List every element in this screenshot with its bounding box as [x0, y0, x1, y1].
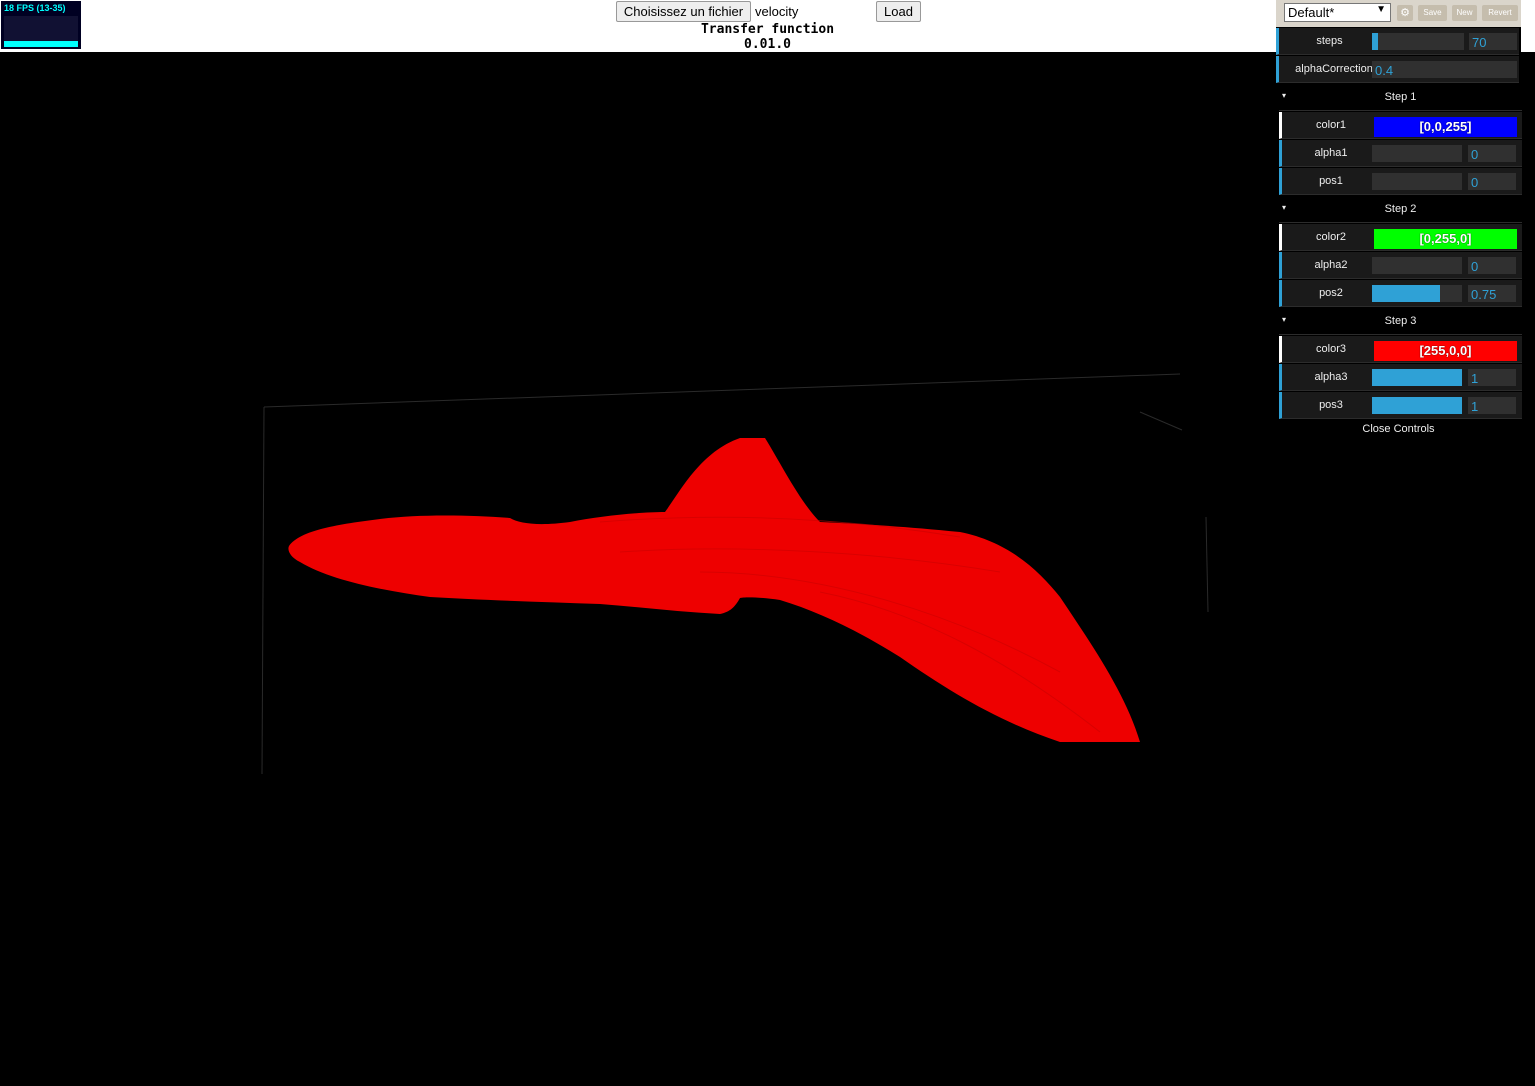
alpha3-slider-fill — [1372, 369, 1462, 386]
controls-panel: Default* ▼ ⚙ Save New Revert steps 70 al… — [1276, 0, 1522, 440]
color2-control: color2 [0,255,0] — [1279, 224, 1522, 251]
folder-step-2-title: Step 2 — [1384, 203, 1417, 215]
pos2-slider[interactable] — [1372, 285, 1462, 302]
alpha-correction-input[interactable]: 0.4 — [1372, 61, 1517, 78]
color3-picker[interactable]: [255,0,0] — [1374, 341, 1517, 361]
alpha1-control: alpha1 0 — [1279, 140, 1522, 167]
pos3-input[interactable]: 1 — [1468, 397, 1516, 414]
folder-step-3[interactable]: ▾ Step 3 — [1279, 308, 1522, 335]
fps-graph-fill — [4, 41, 78, 47]
alpha1-label: alpha1 — [1314, 147, 1348, 159]
load-button[interactable]: Load — [876, 1, 921, 22]
fps-readout: 18 FPS (13-35) — [4, 3, 66, 13]
folder-step-3-title: Step 3 — [1384, 315, 1417, 327]
color1-picker[interactable]: [0,0,255] — [1374, 117, 1517, 137]
alpha3-control: alpha3 1 — [1279, 364, 1522, 391]
alpha-correction-control: alphaCorrection 0.4 — [1276, 56, 1519, 83]
pos1-label: pos1 — [1319, 175, 1343, 187]
alpha1-input[interactable]: 0 — [1468, 145, 1516, 162]
color1-control: color1 [0,0,255] — [1279, 112, 1522, 139]
pos1-input[interactable]: 0 — [1468, 173, 1516, 190]
pos2-label: pos2 — [1319, 287, 1343, 299]
preset-bar: Default* ▼ ⚙ Save New Revert — [1276, 0, 1521, 27]
pos1-control: pos1 0 — [1279, 168, 1522, 195]
revert-button[interactable]: Revert — [1482, 5, 1518, 21]
steps-input[interactable]: 70 — [1469, 33, 1517, 50]
alpha2-input[interactable]: 0 — [1468, 257, 1516, 274]
color3-control: color3 [255,0,0] — [1279, 336, 1522, 363]
dropdown-arrow-icon: ▼ — [1376, 4, 1386, 15]
velocity-volume-shape — [288, 438, 1140, 742]
pos2-input[interactable]: 0.75 — [1468, 285, 1516, 302]
color2-label: color2 — [1316, 231, 1346, 243]
pos3-control: pos3 1 — [1279, 392, 1522, 419]
fps-stats-widget[interactable]: 18 FPS (13-35) — [1, 1, 81, 49]
pos3-label: pos3 — [1319, 399, 1343, 411]
folder-step-1-title: Step 1 — [1384, 91, 1417, 103]
alpha3-label: alpha3 — [1314, 371, 1348, 383]
save-button[interactable]: Save — [1418, 5, 1447, 21]
steps-slider-fill — [1372, 33, 1379, 50]
alpha3-slider[interactable] — [1372, 369, 1462, 386]
alpha3-input[interactable]: 1 — [1468, 369, 1516, 386]
alpha2-slider[interactable] — [1372, 257, 1462, 274]
choose-file-button[interactable]: Choisissez un fichier — [616, 1, 751, 22]
pos2-control: pos2 0.75 — [1279, 280, 1522, 307]
pos3-slider-fill — [1372, 397, 1462, 414]
alpha2-label: alpha2 — [1314, 259, 1348, 271]
pos3-slider[interactable] — [1372, 397, 1462, 414]
render-viewport[interactable] — [0, 52, 1276, 1086]
folder-step-2[interactable]: ▾ Step 2 — [1279, 196, 1522, 223]
fps-graph — [4, 16, 78, 47]
alpha2-control: alpha2 0 — [1279, 252, 1522, 279]
preset-select[interactable]: Default* ▼ — [1284, 3, 1391, 22]
color1-label: color1 — [1316, 119, 1346, 131]
steps-control: steps 70 — [1276, 28, 1519, 55]
color3-label: color3 — [1316, 343, 1346, 355]
steps-slider[interactable] — [1372, 33, 1464, 50]
gear-icon[interactable]: ⚙ — [1397, 5, 1413, 21]
selected-file-name: velocity — [755, 4, 799, 19]
color2-picker[interactable]: [0,255,0] — [1374, 229, 1517, 249]
new-button[interactable]: New — [1452, 5, 1477, 21]
alpha1-slider[interactable] — [1372, 145, 1462, 162]
folder-step-1[interactable]: ▾ Step 1 — [1279, 84, 1522, 111]
pos1-slider[interactable] — [1372, 173, 1462, 190]
steps-label: steps — [1316, 35, 1343, 47]
preset-value: Default* — [1288, 5, 1335, 20]
pos2-slider-fill — [1372, 285, 1440, 302]
volume-render — [261, 373, 1209, 775]
close-controls-button[interactable]: Close Controls — [1276, 423, 1521, 435]
